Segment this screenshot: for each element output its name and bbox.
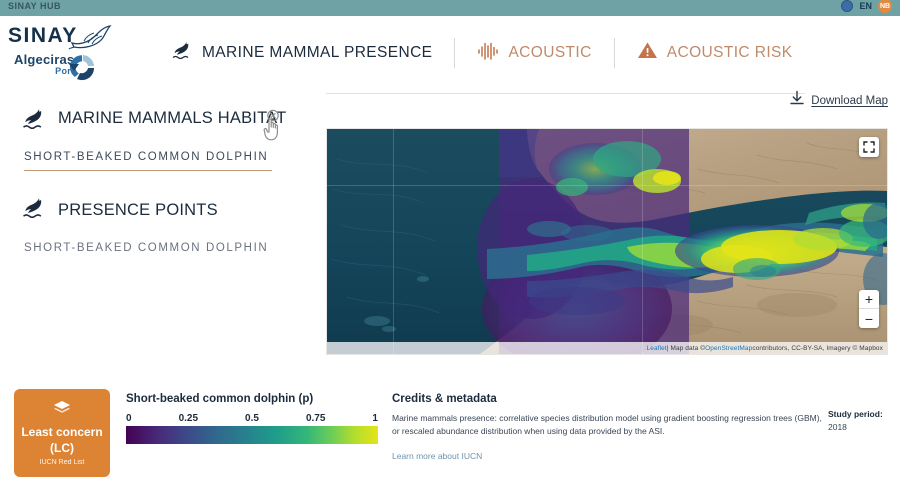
dolphin-icon [22,108,47,135]
dolphin-icon [68,21,112,56]
topbar-right-controls: EN NB [841,0,892,13]
marine-mammal-presence-app: SINAY HUB EN NB SINAY Algeciras [0,0,900,502]
language-label[interactable]: EN [859,1,872,11]
avatar[interactable]: NB [878,0,892,13]
legend-tick: 0.25 [179,413,198,424]
credits-title: Credits & metadata [392,393,824,405]
map-zoom-controls: + − [859,290,879,328]
zoom-in-button[interactable]: + [859,290,879,309]
legend-tick: 0.5 [245,413,259,424]
presence-points-species[interactable]: SHORT-BEAKED COMMON DOLPHIN [24,242,320,254]
attribution-sep: | Map data © [667,345,705,352]
leaflet-link[interactable]: Leaflet [647,345,667,352]
map-attribution: Leaflet | Map data © OpenStreetMap contr… [327,342,887,354]
status-badge-source: IUCN Red List [40,459,85,466]
tab-marine-mammal-presence[interactable]: MARINE MAMMAL PRESENCE [150,37,454,69]
tab-label: ACOUSTIC [508,44,591,62]
tab-label: MARINE MAMMAL PRESENCE [202,44,432,62]
presence-heatmap-overlay [327,129,887,355]
zoom-out-button[interactable]: − [859,309,879,328]
algeciras-port-logo[interactable]: Algeciras Port [14,52,98,89]
hub-brand-label: SINAY HUB [8,1,61,11]
map-column: Download Map [320,90,900,375]
tab-acoustic-risk[interactable]: ACOUSTIC RISK [615,37,815,69]
download-map-label: Download Map [811,95,888,107]
legend-title: Short-beaked common dolphin (p) [126,393,378,405]
sidebar-presence-points-title: PRESENCE POINTS [58,201,218,220]
legend-tick: 0.75 [306,413,325,424]
fullscreen-icon[interactable] [859,137,879,157]
study-period: Study period: 2018 [824,383,886,502]
dolphin-icon [172,41,193,65]
logo-zone: SINAY Algeciras Port [0,16,138,90]
status-badge-code: (LC) [50,441,74,455]
port-name-label: Algeciras [14,52,74,67]
dolphin-icon [22,197,47,224]
footer-panel: Least concern (LC) IUCN Red List Short-b… [0,375,900,502]
hand-pointer-icon [258,108,286,147]
sidebar-item-presence-points[interactable]: PRESENCE POINTS [22,197,320,224]
graticule-line [642,129,643,354]
browser-top-strip: SINAY HUB EN NB [0,0,900,16]
globe-icon[interactable] [841,0,853,12]
download-map-button[interactable]: Download Map [789,90,888,112]
graticule-line [327,185,887,186]
map-canvas: + − Leaflet | Map data © OpenStreetMap c… [327,129,887,354]
main-navigation-tabs: MARINE MAMMAL PRESENCE [138,37,900,69]
waveform-icon [477,42,499,65]
download-icon [789,90,805,112]
app-header: SINAY Algeciras Port [0,16,900,90]
leaflet-map[interactable]: + − Leaflet | Map data © OpenStreetMap c… [326,128,888,355]
main-body: MARINE MAMMALS HABITAT SHORT-BEAKED COMM… [0,90,900,375]
tab-label: ACOUSTIC RISK [667,44,793,62]
credits-section: Credits & metadata Marine mammals presen… [378,383,824,502]
graticule-line [393,129,394,354]
layers-sidebar: MARINE MAMMALS HABITAT SHORT-BEAKED COMM… [0,90,320,375]
port-sub-label: Port [14,66,74,76]
legend-tick: 0 [126,413,132,424]
habitat-species-selected[interactable]: SHORT-BEAKED COMMON DOLPHIN [24,151,272,171]
map-header-divider [326,93,805,94]
warning-triangle-icon [637,41,658,65]
status-badge[interactable]: Least concern (LC) IUCN Red List [14,389,110,477]
credits-body: Marine mammals presence: correlative spe… [392,412,822,438]
attribution-suffix: contributors, CC-BY-SA, Imagery © Mapbox [752,345,883,352]
study-period-value: 2018 [828,422,886,432]
osm-link[interactable]: OpenStreetMap [705,345,752,352]
legend: Short-beaked common dolphin (p) 0 0.25 0… [110,383,378,502]
sidebar-habitat-title: MARINE MAMMALS HABITAT [58,108,286,129]
status-badge-name: Least concern [21,426,102,440]
iucn-learn-more-link[interactable]: Learn more about IUCN [392,451,482,461]
layers-icon [53,400,71,421]
legend-ticks: 0 0.25 0.5 0.75 1 [126,413,378,424]
tab-acoustic[interactable]: ACOUSTIC [455,38,613,69]
port-mark-icon [68,52,98,89]
legend-colorbar [126,426,378,444]
study-period-label: Study period: [828,409,886,420]
